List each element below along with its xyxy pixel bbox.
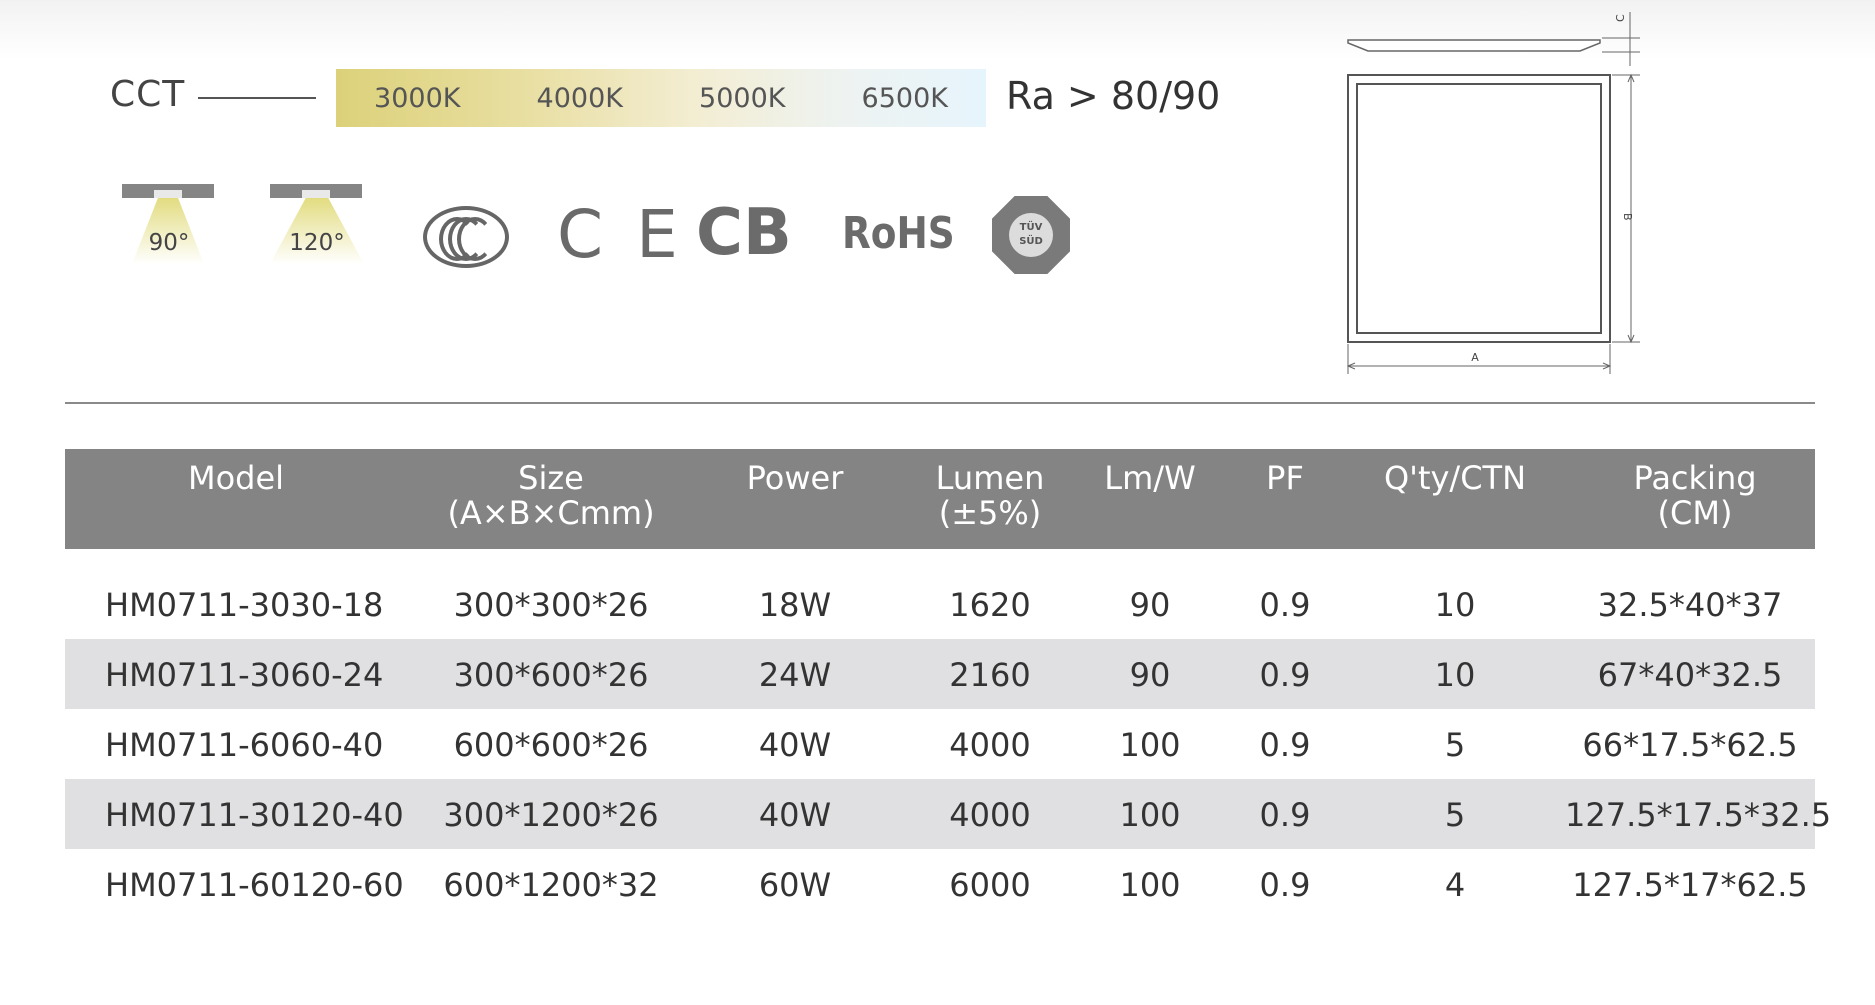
cell-packing: 66*17.5*62.5 bbox=[1582, 726, 1798, 764]
header-model: Model bbox=[96, 461, 376, 496]
beam-angle-label: 90° bbox=[148, 230, 190, 256]
beam-90-icon: 90° bbox=[122, 184, 216, 264]
dim-c-label: C bbox=[1614, 14, 1627, 22]
cell-size: 300*1200*26 bbox=[443, 796, 659, 834]
header-qty-ctn-label: Q'ty/CTN bbox=[1383, 459, 1527, 497]
cell-lmw: 90 bbox=[1129, 656, 1171, 694]
ce-mark-logo: C E bbox=[557, 196, 684, 273]
header-packing-sub: (CM) bbox=[1657, 494, 1733, 532]
ccc-logo-icon bbox=[423, 206, 509, 268]
cell-lmw: 100 bbox=[1119, 866, 1181, 904]
cell-power: 24W bbox=[758, 656, 832, 694]
table-header: Model Size (A×B×Cmm) Power Lumen (±5%) L… bbox=[65, 449, 1815, 549]
table-row: HM0711-30120-40 300*1200*26 40W 4000 100… bbox=[65, 779, 1832, 849]
cell-pf: 0.9 bbox=[1259, 586, 1311, 624]
beam-angle-label: 120° bbox=[289, 230, 345, 256]
header-pf: PF bbox=[1230, 461, 1340, 496]
cell-lumen: 6000 bbox=[949, 866, 1031, 904]
cell-power: 18W bbox=[758, 586, 832, 624]
cell-model: HM0711-3060-24 bbox=[105, 656, 384, 694]
table-row: HM0711-6060-40 600*600*26 40W 4000 100 0… bbox=[65, 709, 1815, 779]
header-model-label: Model bbox=[187, 459, 285, 497]
fixture-cap bbox=[122, 184, 214, 198]
cb-logo: CB bbox=[696, 196, 792, 270]
cell-pf: 0.9 bbox=[1259, 866, 1311, 904]
cell-size: 600*1200*32 bbox=[443, 866, 659, 904]
cell-packing: 67*40*32.5 bbox=[1597, 656, 1783, 694]
cell-size: 300*300*26 bbox=[453, 586, 649, 624]
cell-qty-ctn: 4 bbox=[1444, 866, 1466, 904]
table-row: HM0711-3060-24 300*600*26 24W 2160 90 0.… bbox=[65, 639, 1815, 709]
cct-temp-6500: 6500K bbox=[861, 82, 948, 114]
header-qty-ctn: Q'ty/CTN bbox=[1360, 461, 1550, 496]
cell-qty-ctn: 10 bbox=[1434, 586, 1476, 624]
cell-pf: 0.9 bbox=[1259, 726, 1311, 764]
cell-qty-ctn: 5 bbox=[1444, 796, 1466, 834]
rohs-logo: RoHS bbox=[842, 208, 955, 259]
tuv-sub-label: SÜD bbox=[1019, 236, 1043, 247]
cell-lmw: 100 bbox=[1119, 726, 1181, 764]
header-pf-label: PF bbox=[1266, 459, 1304, 497]
table-row: HM0711-60120-60 600*1200*32 60W 6000 100… bbox=[65, 849, 1815, 919]
cct-label: CCT bbox=[110, 74, 186, 115]
cct-connector-line bbox=[198, 97, 316, 99]
cell-qty-ctn: 5 bbox=[1444, 726, 1466, 764]
cell-pf: 0.9 bbox=[1259, 796, 1311, 834]
header-lumen-sub: (±5%) bbox=[938, 494, 1042, 532]
cell-model: HM0711-3030-18 bbox=[105, 586, 384, 624]
cell-lmw: 90 bbox=[1129, 586, 1171, 624]
table-row: HM0711-3030-18 300*300*26 18W 1620 90 0.… bbox=[65, 569, 1815, 639]
cell-size: 600*600*26 bbox=[453, 726, 649, 764]
cell-packing: 127.5*17.5*32.5 bbox=[1565, 796, 1832, 834]
header-size-sub: (A×B×Cmm) bbox=[447, 494, 655, 532]
cell-qty-ctn: 10 bbox=[1434, 656, 1476, 694]
header-packing: Packing (CM) bbox=[1580, 461, 1810, 531]
cell-lumen: 2160 bbox=[949, 656, 1031, 694]
fixture-cap bbox=[270, 184, 362, 198]
cell-lumen: 1620 bbox=[949, 586, 1031, 624]
cell-pf: 0.9 bbox=[1259, 656, 1311, 694]
cct-temp-3000: 3000K bbox=[374, 82, 461, 114]
cell-power: 60W bbox=[758, 866, 832, 904]
cct-gradient-bar: 3000K 4000K 5000K 6500K bbox=[336, 69, 986, 127]
tuv-sud-logo-icon: TÜV SÜD bbox=[992, 196, 1070, 274]
header-lumen-label: Lumen bbox=[935, 459, 1045, 497]
cell-power: 40W bbox=[758, 726, 832, 764]
cell-lumen: 4000 bbox=[949, 796, 1031, 834]
cell-model: HM0711-6060-40 bbox=[105, 726, 384, 764]
spec-table: Model Size (A×B×Cmm) Power Lumen (±5%) L… bbox=[65, 449, 1831, 904]
cell-lumen: 4000 bbox=[949, 726, 1031, 764]
header-lumen: Lumen (±5%) bbox=[910, 461, 1070, 531]
beam-120-icon: 120° bbox=[270, 184, 364, 264]
header-size-label: Size bbox=[518, 459, 584, 497]
cell-lmw: 100 bbox=[1119, 796, 1181, 834]
panel-side-profile bbox=[1347, 39, 1601, 52]
tuv-label: TÜV bbox=[1019, 222, 1043, 233]
cct-temp-5000: 5000K bbox=[699, 82, 786, 114]
panel-inner-frame bbox=[1356, 83, 1602, 334]
header-power: Power bbox=[715, 461, 875, 496]
cell-size: 300*600*26 bbox=[453, 656, 649, 694]
cell-model: HM0711-30120-40 bbox=[105, 796, 404, 834]
header-lmw: Lm/W bbox=[1080, 461, 1220, 496]
panel-dimension-drawing: C B A bbox=[1346, 12, 1640, 374]
section-divider bbox=[65, 402, 1815, 404]
cell-power: 40W bbox=[758, 796, 832, 834]
header-packing-label: Packing bbox=[1633, 459, 1757, 497]
cct-temp-4000: 4000K bbox=[536, 82, 623, 114]
ra-rating: Ra > 80/90 bbox=[1006, 74, 1221, 118]
dim-b-label: B bbox=[1621, 213, 1634, 221]
header-lmw-label: Lm/W bbox=[1104, 459, 1196, 497]
cell-packing: 127.5*17*62.5 bbox=[1572, 866, 1808, 904]
cell-model: HM0711-60120-60 bbox=[105, 866, 404, 904]
cell-packing: 32.5*40*37 bbox=[1597, 586, 1783, 624]
header-size: Size (A×B×Cmm) bbox=[421, 461, 681, 531]
table-body: HM0711-3030-18 300*300*26 18W 1620 90 0.… bbox=[65, 569, 1832, 919]
dim-a-label: A bbox=[1471, 351, 1479, 364]
header-power-label: Power bbox=[746, 459, 844, 497]
